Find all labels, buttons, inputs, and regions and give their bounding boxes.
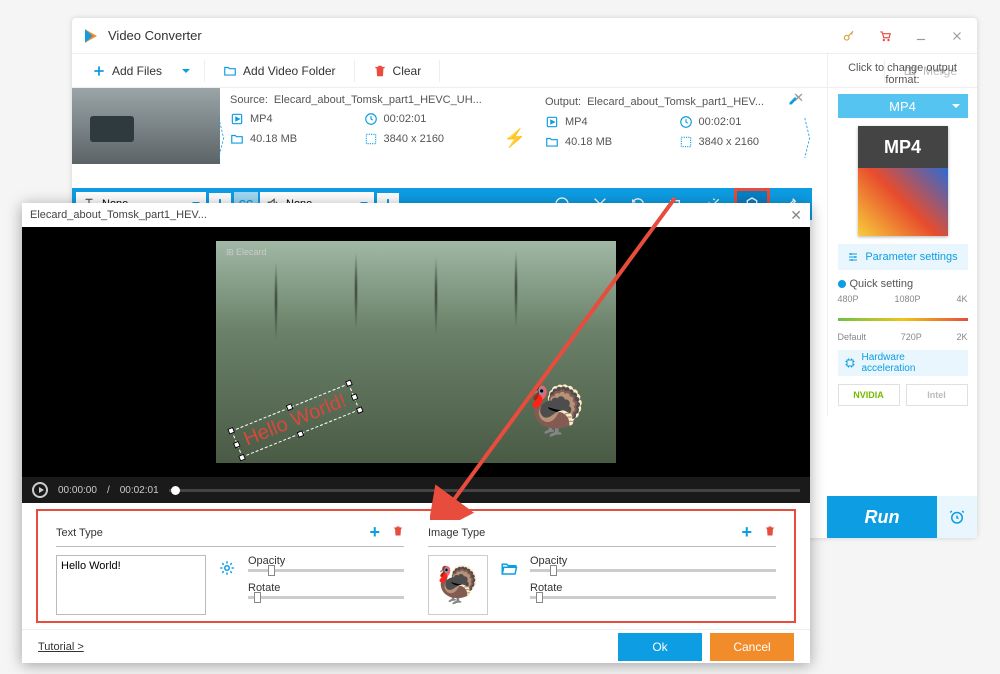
text-rotate-slider[interactable] bbox=[248, 596, 404, 599]
plus-icon bbox=[92, 64, 106, 78]
image-rotate-slider[interactable] bbox=[530, 596, 776, 599]
source-filename: Elecard_about_Tomsk_part1_HEVC_UH... bbox=[274, 94, 485, 106]
format-icon bbox=[230, 112, 244, 126]
titlebar: Video Converter bbox=[72, 18, 977, 54]
resize-handle[interactable] bbox=[233, 440, 241, 448]
time-total: 00:02:01 bbox=[120, 485, 159, 496]
add-folder-button[interactable]: Add Video Folder bbox=[213, 57, 346, 85]
hardware-accel-button[interactable]: Hardware acceleration bbox=[838, 350, 968, 376]
parameter-settings-button[interactable]: Parameter settings bbox=[838, 244, 968, 270]
cancel-button[interactable]: Cancel bbox=[710, 633, 794, 661]
add-text-watermark-button[interactable]: + bbox=[369, 525, 380, 540]
time-current: 00:00:00 bbox=[58, 485, 97, 496]
image-opacity-slider[interactable] bbox=[530, 569, 776, 572]
opacity-label: Opacity bbox=[530, 555, 776, 567]
source-info: Source: Elecard_about_Tomsk_part1_HEVC_U… bbox=[220, 88, 495, 188]
image-watermark-overlay[interactable]: 🦃 bbox=[522, 375, 592, 445]
video-brand-overlay: ⊞ Elecard bbox=[226, 247, 267, 258]
folder-icon bbox=[223, 64, 237, 78]
quick-setting: Quick setting 480P1080P4K Default720P2K bbox=[838, 278, 968, 342]
modal-close-button[interactable]: ✕ bbox=[790, 207, 802, 224]
modal-footer: Tutorial > Ok Cancel bbox=[22, 629, 810, 663]
folder-open-icon bbox=[500, 559, 518, 577]
resize-handle[interactable] bbox=[345, 379, 353, 387]
change-format-label: Click to change output format: bbox=[838, 62, 967, 86]
watermark-settings-panel: Text Type + Hello World! Opacity Rotate … bbox=[36, 509, 796, 623]
chip-icon bbox=[844, 357, 856, 369]
watermark-editor-modal: Elecard_about_Tomsk_part1_HEV... ✕ ⊞ Ele… bbox=[22, 203, 810, 663]
seek-knob[interactable] bbox=[171, 486, 180, 495]
output-format-panel: Click to change output format: MP4 MP4 P… bbox=[827, 52, 977, 416]
chevron-down-icon bbox=[952, 104, 960, 108]
seek-bar[interactable] bbox=[169, 489, 800, 492]
intel-badge: Intel bbox=[906, 384, 968, 406]
add-image-watermark-button[interactable]: + bbox=[741, 525, 752, 540]
trash-icon bbox=[373, 64, 387, 78]
output-filename: Elecard_about_Tomsk_part1_HEV... bbox=[587, 96, 776, 108]
alarm-icon bbox=[948, 508, 966, 526]
tutorial-link[interactable]: Tutorial > bbox=[38, 641, 84, 653]
add-files-dropdown-icon[interactable] bbox=[182, 69, 190, 73]
text-watermark-column: Text Type + Hello World! Opacity Rotate bbox=[56, 525, 404, 615]
text-style-button[interactable] bbox=[218, 559, 236, 577]
format-thumbnail[interactable]: MP4 bbox=[858, 126, 948, 236]
ok-button[interactable]: Ok bbox=[618, 633, 702, 661]
app-logo-icon bbox=[82, 27, 100, 45]
delete-image-watermark-button[interactable] bbox=[764, 525, 776, 540]
watermark-image-preview: 🦃 bbox=[428, 555, 488, 615]
chevron-right-icon bbox=[218, 114, 226, 162]
format-icon bbox=[545, 115, 559, 129]
playback-bar: 00:00:00/00:02:01 bbox=[22, 477, 810, 503]
lightning-icon: ⚡ bbox=[504, 128, 526, 149]
clock-icon bbox=[679, 115, 693, 129]
minimize-button[interactable] bbox=[911, 26, 931, 46]
folder-size-icon bbox=[230, 132, 244, 146]
close-button[interactable] bbox=[947, 26, 967, 46]
resize-handle[interactable] bbox=[355, 406, 363, 414]
dot-icon bbox=[838, 280, 846, 288]
folder-size-icon bbox=[545, 135, 559, 149]
image-type-label: Image Type bbox=[428, 527, 485, 539]
text-watermark-overlay[interactable]: Hello World! bbox=[231, 383, 359, 457]
resize-handle[interactable] bbox=[350, 393, 358, 401]
schedule-button[interactable] bbox=[937, 496, 977, 538]
resize-handle[interactable] bbox=[227, 427, 235, 435]
resize-handle[interactable] bbox=[238, 454, 246, 462]
video-preview: ⊞ Elecard Hello World! 🦃 bbox=[22, 227, 810, 477]
browse-image-button[interactable] bbox=[500, 559, 518, 582]
clock-icon bbox=[364, 112, 378, 126]
rotate-label: Rotate bbox=[248, 582, 404, 594]
text-type-label: Text Type bbox=[56, 527, 103, 539]
nvidia-badge: NVIDIA bbox=[838, 384, 900, 406]
key-icon[interactable] bbox=[839, 26, 859, 46]
cart-icon[interactable] bbox=[875, 26, 895, 46]
remove-item-button[interactable]: ✕ bbox=[793, 90, 804, 106]
text-opacity-slider[interactable] bbox=[248, 569, 404, 572]
resolution-icon bbox=[679, 135, 693, 149]
preview-frame[interactable]: ⊞ Elecard Hello World! 🦃 bbox=[216, 241, 616, 463]
play-button[interactable] bbox=[32, 482, 48, 498]
modal-title-text: Elecard_about_Tomsk_part1_HEV... bbox=[30, 209, 207, 221]
app-title: Video Converter bbox=[108, 28, 823, 43]
output-info: ✕ Output: Elecard_about_Tomsk_part1_HEV.… bbox=[535, 88, 810, 188]
trash-icon bbox=[764, 525, 776, 537]
image-watermark-column: Image Type + 🦃 Opacity Rotate bbox=[428, 525, 776, 615]
sliders-icon bbox=[847, 251, 859, 263]
delete-text-watermark-button[interactable] bbox=[392, 525, 404, 540]
modal-titlebar: Elecard_about_Tomsk_part1_HEV... ✕ bbox=[22, 203, 810, 227]
clear-button[interactable]: Clear bbox=[363, 57, 432, 85]
add-files-button[interactable]: Add Files bbox=[82, 57, 172, 85]
rotate-label: Rotate bbox=[530, 582, 776, 594]
run-button[interactable]: Run bbox=[827, 496, 937, 538]
watermark-text-input[interactable]: Hello World! bbox=[56, 555, 206, 615]
format-selector[interactable]: MP4 bbox=[838, 94, 968, 118]
quality-slider[interactable] bbox=[838, 308, 968, 332]
resize-handle[interactable] bbox=[297, 430, 305, 438]
trash-icon bbox=[392, 525, 404, 537]
resolution-icon bbox=[364, 132, 378, 146]
video-thumbnail[interactable] bbox=[72, 88, 220, 164]
